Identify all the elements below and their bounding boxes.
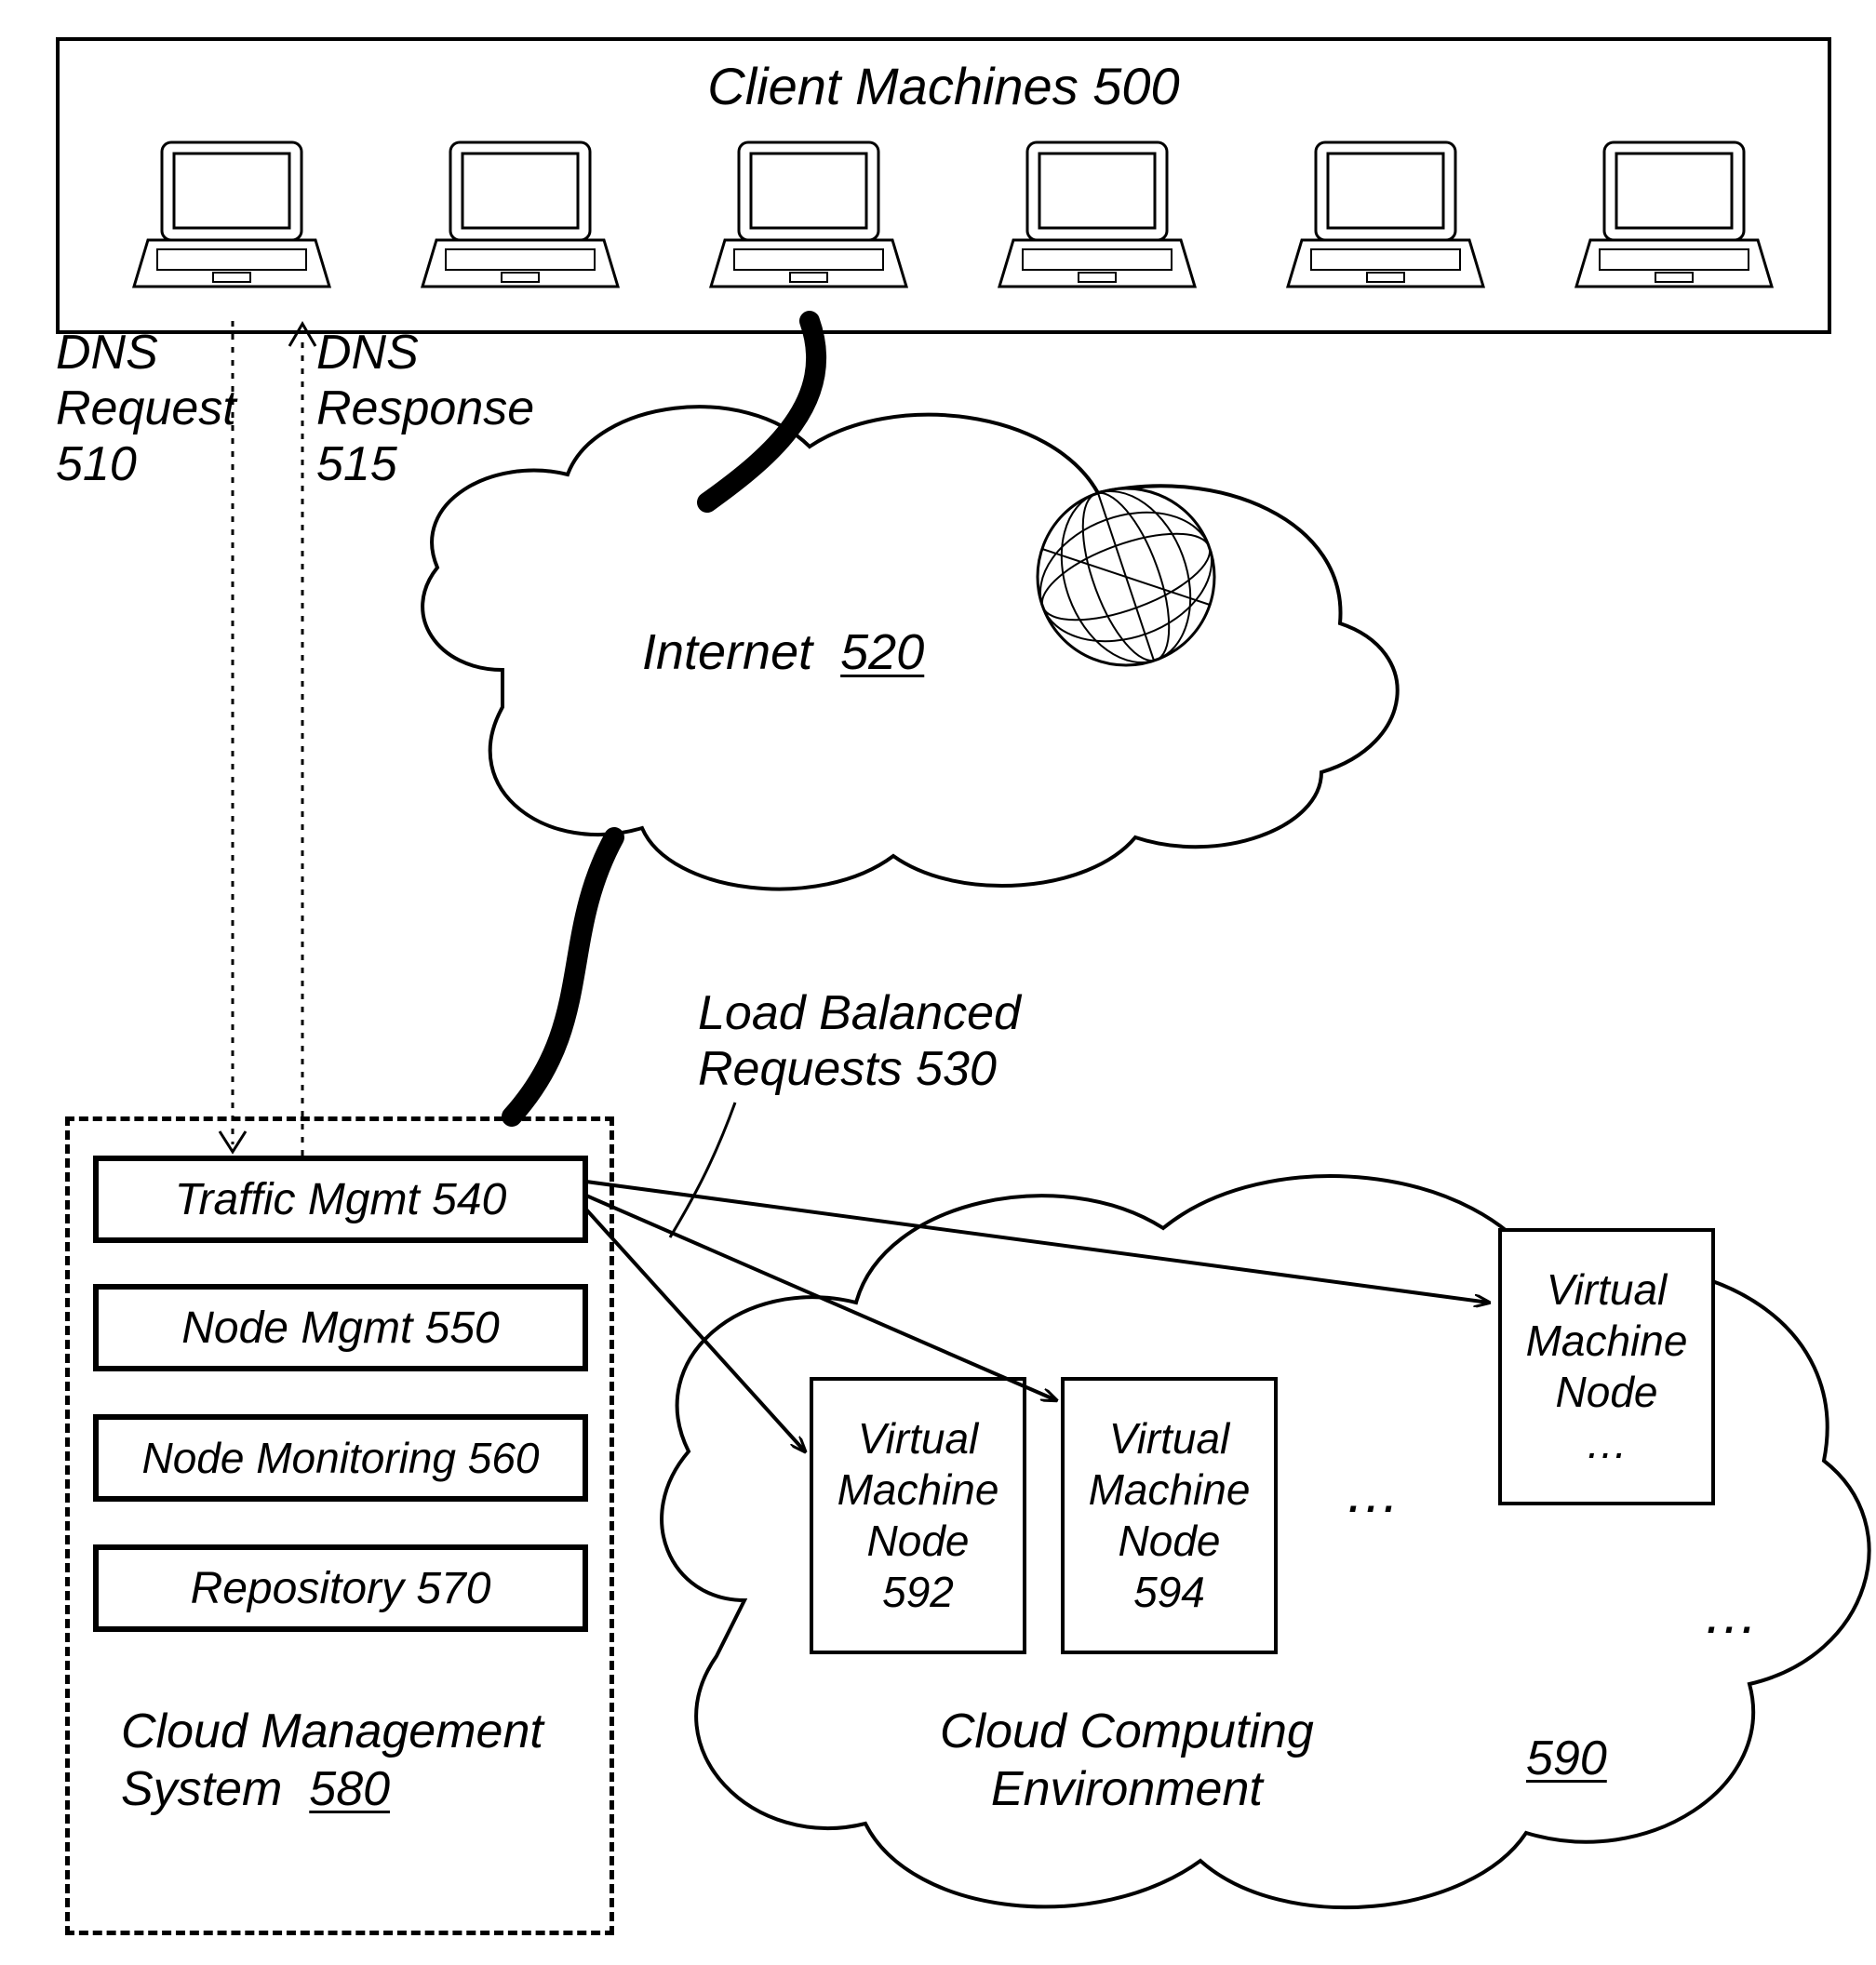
diagram-canvas: Client Machines 500 xyxy=(0,0,1876,1965)
lb-arrows xyxy=(0,0,1876,1965)
